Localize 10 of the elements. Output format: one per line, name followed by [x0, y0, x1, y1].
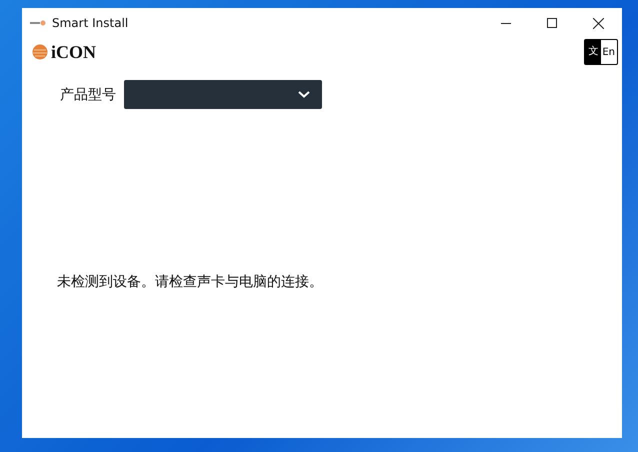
model-label: 产品型号: [60, 86, 116, 104]
logo-icon: [32, 44, 48, 60]
chevron-down-icon: [298, 91, 310, 98]
status-message: 未检测到设备。请检查声卡与电脑的连接。: [57, 273, 324, 291]
app-icon: [30, 20, 46, 26]
close-icon[interactable]: [593, 18, 604, 28]
language-toggle-button[interactable]: 文 En: [584, 39, 618, 65]
window-title: Smart Install: [52, 16, 128, 30]
logo-text: iCON: [51, 42, 96, 62]
maximize-icon[interactable]: [547, 18, 557, 28]
